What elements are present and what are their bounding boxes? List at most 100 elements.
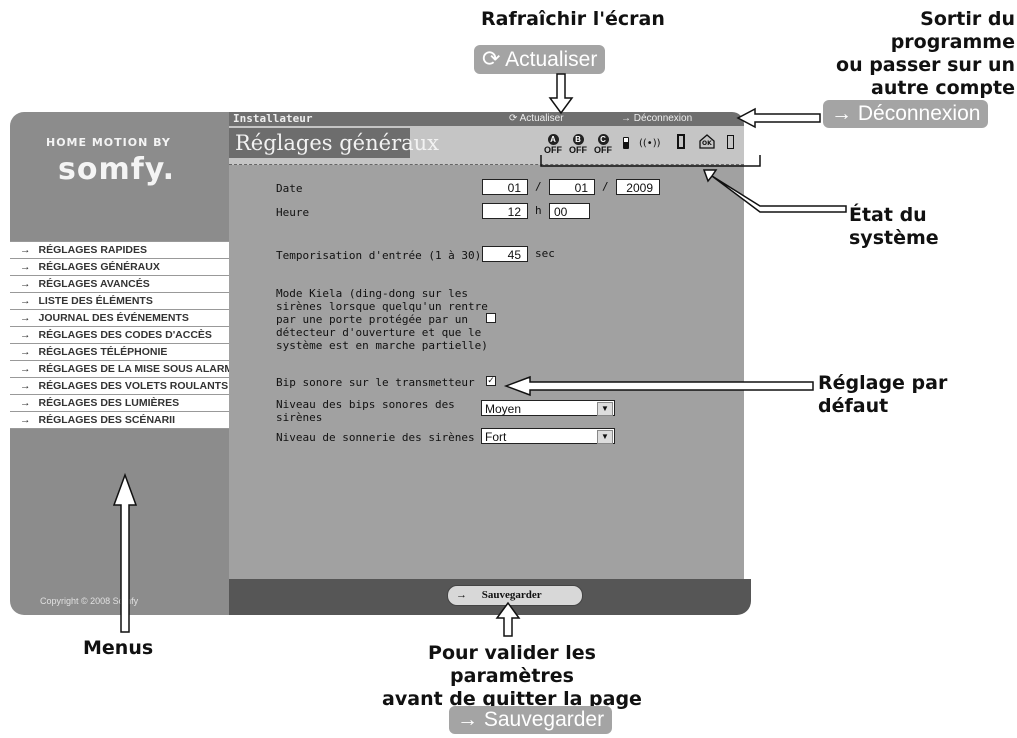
arrow-right-icon: → xyxy=(20,380,31,392)
logout-arrow xyxy=(736,107,821,129)
entry-delay-label: Temporisation d'entrée (1 à 30) xyxy=(276,249,482,262)
refresh-callout-pill: ⟳ Actualiser xyxy=(474,45,606,74)
sidebar-item-codes-acces[interactable]: → RÉGLAGES DES CODES D'ACCÈS xyxy=(10,327,229,344)
logout-callout-title: Sortir du programme ou passer sur un aut… xyxy=(795,8,1015,100)
home-ok-label: OK xyxy=(702,140,712,147)
beep-transmitter-label: Bip sonore sur le transmetteur xyxy=(276,376,475,389)
beep-level-label-line: sirènes xyxy=(276,411,323,424)
save-callout-line-1: Pour valider les paramètres xyxy=(428,642,596,687)
arrow-right-icon: → xyxy=(20,414,31,426)
siren-level-select[interactable]: Fort ▼ xyxy=(481,428,615,444)
user-role: Installateur xyxy=(233,112,313,125)
zone-b-status: B OFF xyxy=(569,134,587,155)
kiela-mode-label-line: par une porte protégée par un xyxy=(276,313,469,326)
sidebar-item-lumieres[interactable]: → RÉGLAGES DES LUMIÈRES xyxy=(10,395,229,412)
logout-callout-pill: → Déconnexion xyxy=(823,100,989,128)
sidebar-item-reglages-avances[interactable]: → RÉGLAGES AVANCÉS xyxy=(10,276,229,293)
sidebar-item-label: RÉGLAGES DES SCÉNARII xyxy=(38,414,176,426)
battery-icon xyxy=(623,137,629,149)
time-minute-input[interactable]: 00 xyxy=(549,203,590,219)
date-separator: / xyxy=(535,180,542,193)
time-label: Heure xyxy=(276,206,310,219)
beep-level-label: Niveau des bips sonores des sirènes xyxy=(276,398,455,424)
sidebar-item-liste-elements[interactable]: → LISTE DES ÉLÉMENTS xyxy=(10,293,229,310)
default-callout-title: Réglage par défaut xyxy=(818,372,948,417)
date-year-input[interactable]: 2009 xyxy=(616,179,660,195)
kiela-mode-label-line: système est en marche partielle) xyxy=(276,339,488,352)
refresh-icon: ⟳ xyxy=(482,46,501,71)
sidebar-item-label: RÉGLAGES DE LA MISE SOUS ALARME xyxy=(38,363,230,375)
siren-level-value: Fort xyxy=(485,430,507,444)
beep-transmitter-checkbox[interactable]: ✓ xyxy=(486,376,496,386)
logout-callout-line-3: autre compte xyxy=(871,77,1015,99)
copyright: Copyright © 2008 Somfy xyxy=(40,596,139,606)
sidebar-item-label: RÉGLAGES AVANCÉS xyxy=(38,278,150,290)
zone-a-icon: A xyxy=(547,134,559,145)
kiela-mode-label: Mode Kiela (ding-dong sur les sirènes lo… xyxy=(276,287,488,352)
door-icon xyxy=(677,134,685,149)
sidebar-item-telephonie[interactable]: → RÉGLAGES TÉLÉPHONIE xyxy=(10,344,229,361)
sidebar-item-mise-sous-alarme[interactable]: → RÉGLAGES DE LA MISE SOUS ALARME xyxy=(10,361,229,378)
sidebar-item-label: RÉGLAGES TÉLÉPHONIE xyxy=(38,346,168,358)
checkmark-icon: ✓ xyxy=(487,376,495,386)
logout-pill-label: Déconnexion xyxy=(857,102,981,125)
exit-door-icon xyxy=(727,135,734,149)
kiela-mode-checkbox[interactable] xyxy=(486,313,496,323)
sidebar-item-label: RÉGLAGES DES VOLETS ROULANTS xyxy=(38,380,229,392)
date-month-input[interactable]: 01 xyxy=(549,179,595,195)
save-pill-label: Sauvegarder xyxy=(483,708,605,731)
save-callout-pill: → Sauvegarder xyxy=(449,706,613,734)
logout-callout-line-1: Sortir du programme xyxy=(890,8,1015,53)
menus-callout-title: Menus xyxy=(83,637,154,659)
zone-b-icon: B xyxy=(572,134,584,145)
sidebar-item-journal-evenements[interactable]: → JOURNAL DES ÉVÉNEMENTS xyxy=(10,310,229,327)
status-callout-title: État du système xyxy=(849,204,939,249)
sidebar-item-reglages-generaux[interactable]: → RÉGLAGES GÉNÉRAUX xyxy=(10,259,229,276)
zone-c-state: OFF xyxy=(594,145,612,155)
sidebar-item-reglages-rapides[interactable]: → RÉGLAGES RAPIDES xyxy=(10,241,229,259)
logout-link[interactable]: → Déconnexion xyxy=(621,112,731,126)
beep-level-value: Moyen xyxy=(485,402,522,416)
sidebar-menu: → RÉGLAGES RAPIDES → RÉGLAGES GÉNÉRAUX → RÉ… xyxy=(10,241,229,429)
sidebar-item-label: JOURNAL DES ÉVÉNEMENTS xyxy=(38,312,189,324)
arrow-right-icon: → xyxy=(20,312,31,324)
beep-level-select[interactable]: Moyen ▼ xyxy=(481,400,615,416)
date-separator: / xyxy=(602,180,609,193)
sidebar-item-label: RÉGLAGES GÉNÉRAUX xyxy=(38,261,160,273)
arrow-right-icon: → xyxy=(457,708,478,731)
arrow-right-icon: → xyxy=(20,346,31,358)
chevron-down-icon: ▼ xyxy=(597,402,613,416)
sidebar-item-label: LISTE DES ÉLÉMENTS xyxy=(38,295,153,307)
sidebar-item-scenarii[interactable]: → RÉGLAGES DES SCÉNARII xyxy=(10,412,229,429)
refresh-pill-label: Actualiser xyxy=(505,48,598,71)
radio-signal-icon: ((•)) xyxy=(639,138,661,149)
sidebar-item-volets-roulants[interactable]: → RÉGLAGES DES VOLETS ROULANTS xyxy=(10,378,229,395)
zone-c-icon: C xyxy=(597,134,609,145)
arrow-right-icon: → xyxy=(20,244,31,256)
arrow-right-icon: → xyxy=(20,261,31,273)
beep-level-label-line: Niveau des bips sonores des xyxy=(276,398,455,411)
kiela-mode-label-line: sirènes lorsque quelqu'un rentre xyxy=(276,300,488,313)
sidebar-item-label: RÉGLAGES DES CODES D'ACCÈS xyxy=(38,329,212,341)
refresh-callout-title: Rafraîchir l'écran xyxy=(481,8,665,30)
page-title: Réglages généraux xyxy=(229,128,439,158)
kiela-mode-label-line: détecteur d'ouverture et que le xyxy=(276,326,482,339)
kiela-mode-label-line: Mode Kiela (ding-dong sur les xyxy=(276,287,469,300)
arrow-right-icon: → xyxy=(20,329,31,341)
date-day-input[interactable]: 01 xyxy=(482,179,528,195)
arrow-right-icon: → xyxy=(621,113,631,124)
siren-level-label: Niveau de sonnerie des sirènes xyxy=(276,431,475,444)
refresh-arrow xyxy=(548,73,574,115)
somfy-logo: somfy. xyxy=(58,152,175,187)
entry-delay-input[interactable]: 45 xyxy=(482,246,528,262)
save-button[interactable]: → Sauvegarder xyxy=(447,585,583,606)
arrow-right-icon: → xyxy=(831,102,852,125)
refresh-link[interactable]: ⟳ Actualiser xyxy=(509,112,564,126)
zone-a-state: OFF xyxy=(544,145,562,155)
home-ok-icon: OK xyxy=(699,134,715,149)
top-bar: Installateur ⟳ Actualiser → Déconnexion xyxy=(229,112,744,126)
refresh-link-label: Actualiser xyxy=(519,113,564,124)
time-hour-input[interactable]: 12 xyxy=(482,203,528,219)
save-callout-title: Pour valider les paramètres avant de qui… xyxy=(368,642,656,711)
arrow-right-icon: → xyxy=(20,397,31,409)
